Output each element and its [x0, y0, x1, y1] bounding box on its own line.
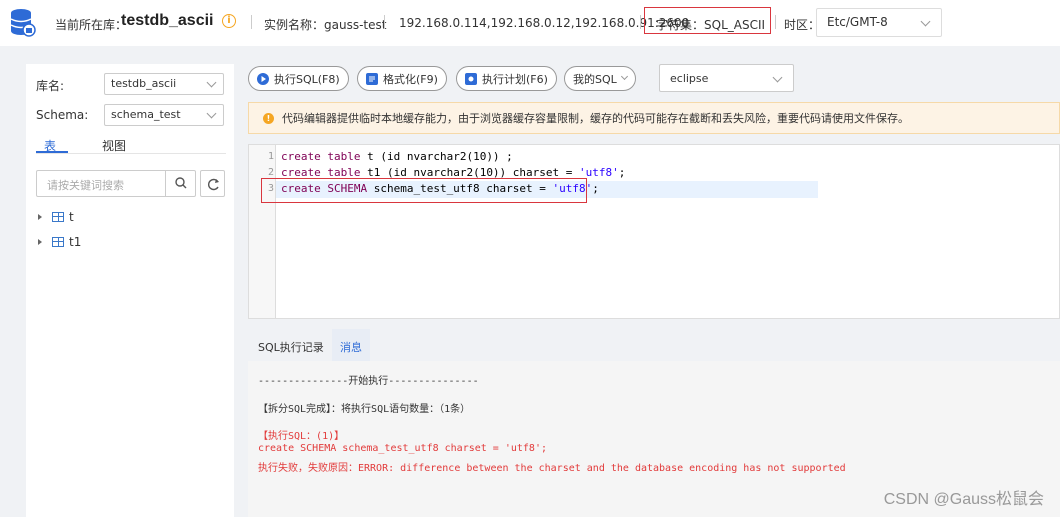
info-icon[interactable]: i	[222, 14, 236, 28]
timezone-value: Etc/GMT-8	[827, 15, 888, 29]
instance-name: 实例名称：gauss-test	[264, 18, 387, 32]
format-button[interactable]: 格式化(F9)	[357, 66, 447, 91]
format-label: 格式化(F9)	[383, 72, 438, 86]
tab-messages[interactable]: 消息	[332, 329, 370, 361]
error-message-line: create SCHEMA schema_test_utf8 charset =…	[258, 443, 547, 454]
search-button[interactable]	[165, 171, 196, 196]
warning-icon: !	[263, 112, 274, 124]
editor-theme-select[interactable]: eclipse	[659, 64, 794, 92]
refresh-icon	[208, 178, 219, 191]
tab-sql-history[interactable]: SQL执行记录	[250, 329, 332, 361]
chevron-down-icon	[920, 16, 931, 27]
table-icon	[52, 237, 64, 247]
divider	[384, 15, 385, 29]
tab-views[interactable]: 视图	[102, 137, 126, 154]
timezone-select[interactable]: Etc/GMT-8	[816, 8, 942, 37]
divider	[251, 15, 252, 29]
db-label: 库名:	[36, 79, 65, 93]
chevron-down-icon	[206, 108, 217, 119]
line-number: 2	[267, 167, 274, 178]
chevron-down-icon	[206, 77, 217, 88]
explain-plan-button[interactable]: 执行计划(F6)	[456, 66, 557, 91]
refresh-button[interactable]	[200, 170, 225, 197]
schema-label: Schema:	[36, 108, 89, 122]
search-icon	[175, 177, 187, 189]
plan-icon	[465, 72, 477, 85]
top-bar: 当前所在库： testdb_ascii i 实例名称：gauss-test 19…	[0, 0, 1060, 46]
selected-line-highlight-box	[261, 178, 587, 203]
expand-arrow-icon[interactable]	[38, 239, 42, 245]
object-panel	[26, 64, 234, 517]
table-icon	[52, 212, 64, 222]
message-line: ---------------开始执行---------------	[258, 376, 479, 387]
chevron-down-icon	[620, 72, 628, 81]
divider	[640, 15, 641, 29]
search-placeholder: 请按关键词搜索	[47, 179, 124, 192]
current-db-name: testdb_ascii	[121, 12, 214, 29]
db-select[interactable]: testdb_ascii	[104, 73, 224, 95]
message-line: 【拆分SQL完成】：将执行SQL语句数量：（1条）	[258, 404, 471, 415]
database-icon	[10, 9, 36, 37]
charset-highlight-box	[644, 7, 771, 34]
expand-arrow-icon[interactable]	[38, 214, 42, 220]
divider	[775, 15, 776, 29]
line-number: 1	[267, 151, 274, 162]
table-tree-item[interactable]: t	[38, 209, 74, 225]
editor-theme-value: eclipse	[670, 72, 709, 85]
code-line-1[interactable]: create table t (id nvarchar2(10)) ;	[281, 150, 513, 163]
watermark: CSDN @Gauss松鼠会	[883, 491, 1044, 508]
explain-plan-label: 执行计划(F6)	[482, 72, 548, 86]
my-sql-dropdown[interactable]: 我的SQL	[564, 66, 636, 91]
cache-warning-banner: ! 代码编辑器提供临时本地缓存能力，由于浏览器缓存容量限制，缓存的代码可能存在截…	[248, 102, 1060, 134]
schema-select[interactable]: schema_test	[104, 104, 224, 126]
chevron-down-icon	[772, 72, 783, 83]
error-message-line: 执行失败，失败原因：ERROR: difference between the …	[258, 463, 846, 474]
table-name: t1	[69, 235, 82, 249]
execute-sql-button[interactable]: 执行SQL(F8)	[248, 66, 349, 91]
sql-editor[interactable]: 1 2 3 create table t (id nvarchar2(10)) …	[248, 144, 1060, 319]
format-icon	[366, 72, 378, 85]
play-icon	[257, 72, 269, 85]
db-select-value: testdb_ascii	[111, 77, 177, 90]
timezone-label: 时区：	[784, 18, 821, 32]
schema-select-value: schema_test	[111, 108, 181, 121]
table-name: t	[69, 210, 74, 224]
execute-sql-label: 执行SQL(F8)	[274, 72, 340, 86]
line-number-gutter: 1 2 3	[249, 145, 276, 318]
error-message-line: 【执行SQL：(1)】	[258, 431, 345, 442]
table-tree-item[interactable]: t1	[38, 234, 81, 250]
warning-text: 代码编辑器提供临时本地缓存能力，由于浏览器缓存容量限制，缓存的代码可能存在截断和…	[282, 112, 909, 125]
my-sql-label: 我的SQL	[573, 72, 617, 86]
current-db-label: 当前所在库：	[55, 18, 128, 32]
search-input[interactable]: 请按关键词搜索	[36, 170, 196, 197]
tab-divider	[36, 153, 226, 154]
